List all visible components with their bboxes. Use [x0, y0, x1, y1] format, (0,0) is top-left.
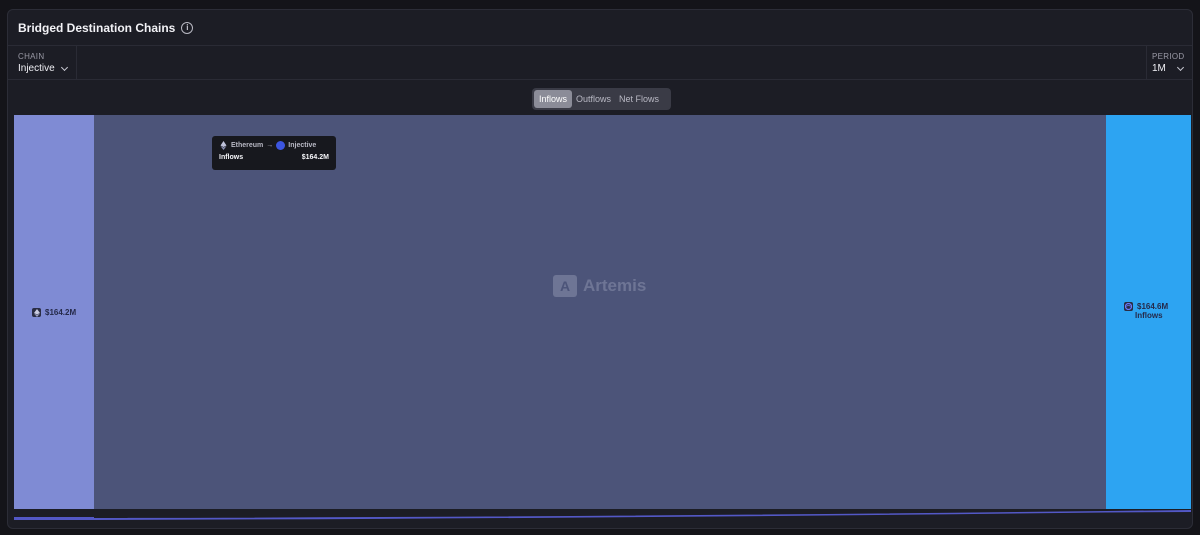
node-label-ethereum: $164.2M — [32, 308, 76, 317]
chain-filter[interactable]: CHAIN Injective — [8, 46, 77, 79]
info-icon-glyph: i — [186, 23, 189, 32]
sankey-link-minor — [14, 510, 1191, 520]
period-filter[interactable]: PERIOD 1M — [1146, 46, 1192, 79]
sankey-link-ethereum-injective[interactable] — [94, 115, 1106, 509]
chart-tooltip: Ethereum → Injective Inflows $164.2M — [212, 136, 336, 170]
toggle-net-flows[interactable]: Net Flows — [615, 90, 663, 108]
filter-row: CHAIN Injective PERIOD 1M — [8, 46, 1192, 80]
toggle-inflows[interactable]: Inflows — [534, 90, 573, 108]
chevron-down-icon — [60, 63, 68, 71]
injective-icon — [1124, 302, 1133, 311]
info-icon[interactable]: i — [181, 21, 194, 34]
node-label-injective: $164.6M Inflows — [1124, 302, 1168, 320]
tooltip-target: Injective — [288, 142, 317, 149]
sankey-chart: $164.2M $164.6M Inflows A Artemis Ethere… — [14, 115, 1191, 520]
period-select-value: 1M — [1152, 63, 1166, 74]
card-header: Bridged Destination Chains i — [8, 10, 1192, 46]
tooltip-value: $164.2M — [301, 154, 329, 161]
toggle-outflows[interactable]: Outflows — [572, 90, 615, 108]
node-value-injective: $164.6M — [1137, 302, 1169, 311]
artemis-watermark: A Artemis — [553, 275, 646, 297]
period-select[interactable]: 1M — [1152, 63, 1192, 74]
artemis-logo-glyph: A — [559, 278, 571, 294]
chain-select[interactable]: Injective — [18, 63, 76, 74]
bridged-destination-chains-card: Bridged Destination Chains i CHAIN Injec… — [7, 9, 1193, 529]
chain-filter-label: CHAIN — [18, 52, 45, 61]
chain-select-value: Injective — [18, 63, 55, 74]
artemis-logo-icon: A — [553, 275, 577, 297]
card-title: Bridged Destination Chains — [18, 20, 176, 35]
flow-type-toggle: Inflows Outflows Net Flows — [532, 88, 671, 110]
ethereum-icon — [32, 308, 41, 317]
chevron-down-icon — [1176, 63, 1184, 71]
tooltip-metric: Inflows — [219, 154, 244, 161]
node-value-ethereum: $164.2M — [45, 308, 77, 317]
watermark-text: Artemis — [583, 276, 647, 295]
period-filter-label: PERIOD — [1152, 52, 1185, 61]
injective-icon — [276, 141, 286, 150]
arrow-right-icon: → — [266, 142, 274, 149]
node-sublabel-injective: Inflows — [1135, 311, 1163, 320]
ethereum-icon — [220, 141, 227, 150]
tooltip-source: Ethereum — [231, 142, 264, 149]
